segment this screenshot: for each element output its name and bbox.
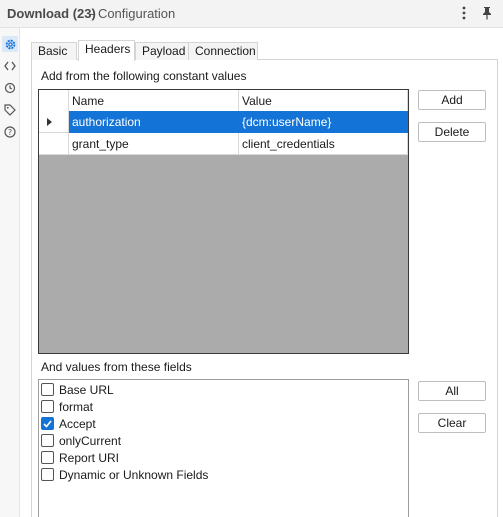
checkmark-icon <box>43 419 52 428</box>
field-checkbox[interactable] <box>41 383 54 396</box>
constant-values-label: Add from the following constant values <box>41 69 247 83</box>
field-label: Accept <box>59 416 96 431</box>
row-pointer-icon <box>47 118 52 126</box>
field-checkbox[interactable] <box>41 451 54 464</box>
tab-payload[interactable]: Payload <box>135 42 189 60</box>
tab-basic[interactable]: Basic <box>31 42 77 60</box>
list-item[interactable]: Dynamic or Unknown Fields <box>41 466 208 483</box>
list-item[interactable]: Base URL <box>41 381 114 398</box>
header-name-cell[interactable]: authorization <box>69 111 239 133</box>
header-value-cell[interactable]: client_credentials <box>239 133 408 155</box>
field-label: Report URI <box>59 450 120 465</box>
gear-icon[interactable] <box>2 36 18 52</box>
delete-button[interactable]: Delete <box>418 122 486 142</box>
tab-connection[interactable]: Connection <box>188 42 258 60</box>
header-value-cell[interactable]: {dcm:userName} <box>239 111 408 133</box>
code-icon[interactable] <box>2 58 18 74</box>
list-item[interactable]: onlyCurrent <box>41 432 121 449</box>
more-options-icon[interactable] <box>457 6 471 22</box>
clear-button[interactable]: Clear <box>418 413 486 433</box>
field-checkbox[interactable] <box>41 434 54 447</box>
list-item[interactable]: Report URI <box>41 449 119 466</box>
fields-label: And values from these fields <box>41 360 192 374</box>
headers-grid[interactable]: Name Value authorization {dcm:userName} … <box>38 89 409 354</box>
field-label: onlyCurrent <box>59 433 122 448</box>
list-item[interactable]: Accept <box>41 415 96 432</box>
row-indicator[interactable] <box>39 111 69 133</box>
field-checkbox[interactable] <box>41 400 54 413</box>
svg-text:?: ? <box>8 128 12 137</box>
list-item[interactable]: format <box>41 398 93 415</box>
column-header-value[interactable]: Value <box>239 90 408 112</box>
row-indicator-header <box>39 90 69 112</box>
icon-rail: ? <box>0 28 20 517</box>
tag-icon[interactable] <box>2 102 18 118</box>
header-name-cell[interactable]: grant_type <box>69 133 239 155</box>
field-label: Base URL <box>59 382 114 397</box>
field-label: format <box>59 399 94 414</box>
section-title: - Configuration <box>90 6 176 21</box>
field-checkbox[interactable] <box>41 468 54 481</box>
field-label: Dynamic or Unknown Fields <box>59 467 209 482</box>
tool-title: Download (23) <box>7 6 96 21</box>
help-icon[interactable]: ? <box>2 124 18 140</box>
title-bar: Download (23) - Configuration <box>0 0 503 28</box>
column-header-name[interactable]: Name <box>69 90 239 112</box>
select-all-button[interactable]: All <box>418 381 486 401</box>
field-checkbox[interactable] <box>41 417 54 430</box>
row-indicator[interactable] <box>39 133 69 155</box>
grid-header-row: Name Value <box>39 90 408 112</box>
pin-icon[interactable] <box>480 6 494 22</box>
target-icon[interactable] <box>2 80 18 96</box>
field-list: Base URL format Accept onlyCurrent Repor… <box>38 379 409 517</box>
table-row[interactable]: grant_type client_credentials <box>39 133 408 155</box>
tab-headers[interactable]: Headers <box>78 40 135 61</box>
add-button[interactable]: Add <box>418 90 486 110</box>
table-row[interactable]: authorization {dcm:userName} <box>39 111 408 133</box>
